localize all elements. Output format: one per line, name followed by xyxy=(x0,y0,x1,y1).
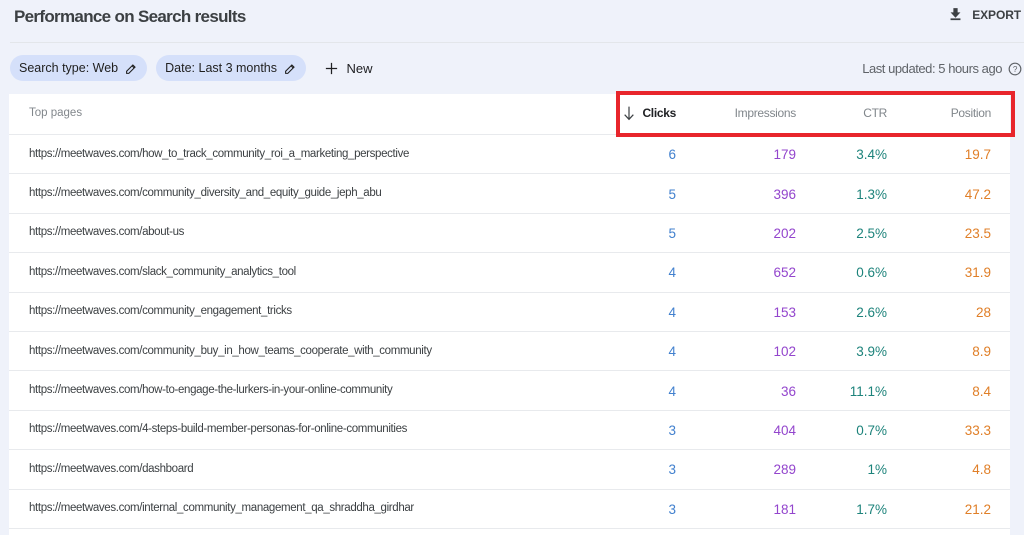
svg-text:?: ? xyxy=(1013,64,1018,73)
